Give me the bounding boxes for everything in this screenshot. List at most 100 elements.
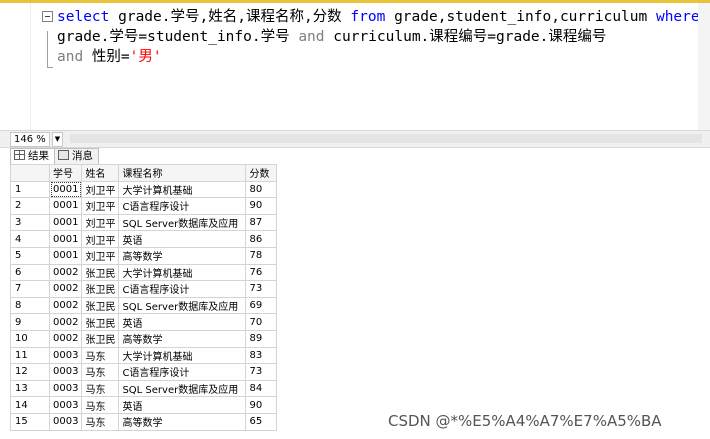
column-header[interactable]: 分数: [245, 164, 278, 182]
table-cell[interactable]: 英语: [118, 396, 247, 414]
table-cell[interactable]: 0001: [48, 197, 83, 215]
table-cell[interactable]: 0002: [48, 329, 83, 348]
grid-corner[interactable]: [10, 164, 50, 182]
table-cell[interactable]: 86: [245, 230, 278, 248]
table-cell[interactable]: SQL Server数据库及应用: [118, 213, 247, 232]
tab-messages[interactable]: 消息: [54, 148, 99, 164]
column-header[interactable]: 姓名: [81, 164, 120, 182]
chevron-down-icon[interactable]: ▼: [52, 132, 63, 147]
table-row[interactable]: 5 0001 刘卫平 高等数学 78: [10, 246, 278, 265]
table-cell[interactable]: 刘卫平: [81, 213, 120, 232]
query-editor[interactable]: select grade.学号,姓名,课程名称,分数 from grade,st…: [0, 3, 710, 130]
row-number[interactable]: 14: [10, 396, 50, 414]
row-number[interactable]: 6: [10, 263, 50, 282]
sql-code[interactable]: select grade.学号,姓名,课程名称,分数 from grade,st…: [42, 7, 706, 68]
table-cell[interactable]: 刘卫平: [81, 230, 120, 248]
table-cell[interactable]: 刘卫平: [81, 246, 120, 265]
tab-results[interactable]: 结果: [10, 148, 55, 164]
table-cell[interactable]: 马东: [81, 396, 120, 414]
table-cell[interactable]: 0001: [48, 230, 83, 248]
table-cell[interactable]: 高等数学: [118, 246, 247, 265]
table-cell[interactable]: SQL Server数据库及应用: [118, 296, 247, 315]
table-cell[interactable]: 0003: [48, 346, 83, 365]
table-cell[interactable]: 马东: [81, 412, 120, 431]
table-cell[interactable]: 0001: [48, 213, 83, 232]
row-number[interactable]: 15: [10, 412, 50, 431]
table-cell[interactable]: 0002: [48, 313, 83, 331]
row-number[interactable]: 1: [10, 180, 50, 199]
table-cell[interactable]: 英语: [118, 230, 247, 248]
table-cell[interactable]: 大学计算机基础: [118, 346, 247, 365]
column-header[interactable]: 学号: [48, 164, 83, 182]
column-header[interactable]: 课程名称: [118, 164, 247, 182]
row-number[interactable]: 8: [10, 296, 50, 315]
table-row[interactable]: 9 0002 张卫民 英语 70: [10, 313, 278, 331]
zoom-select[interactable]: 146 %: [10, 132, 50, 147]
horizontal-scrollbar[interactable]: [70, 134, 702, 143]
row-number[interactable]: 4: [10, 230, 50, 248]
table-cell[interactable]: 刘卫平: [81, 197, 120, 215]
table-cell[interactable]: 90: [245, 396, 278, 414]
table-row[interactable]: 2 0001 刘卫平 C语言程序设计 90: [10, 197, 278, 215]
table-row[interactable]: 10 0002 张卫民 高等数学 89: [10, 329, 278, 348]
table-cell[interactable]: 0001: [48, 180, 83, 199]
table-cell[interactable]: 89: [245, 329, 278, 348]
table-cell[interactable]: 高等数学: [118, 329, 247, 348]
table-cell[interactable]: 0003: [48, 412, 83, 431]
table-cell[interactable]: 张卫民: [81, 329, 120, 348]
row-number[interactable]: 2: [10, 197, 50, 215]
row-number[interactable]: 13: [10, 379, 50, 398]
table-cell[interactable]: SQL Server数据库及应用: [118, 379, 247, 398]
table-cell[interactable]: 马东: [81, 379, 120, 398]
table-row[interactable]: 4 0001 刘卫平 英语 86: [10, 230, 278, 248]
table-cell[interactable]: 84: [245, 379, 278, 398]
table-cell[interactable]: 马东: [81, 346, 120, 365]
table-row[interactable]: 14 0003 马东 英语 90: [10, 396, 278, 414]
table-row[interactable]: 1 0001 刘卫平 大学计算机基础 80: [10, 180, 278, 199]
table-cell[interactable]: 87: [245, 213, 278, 232]
table-cell[interactable]: 张卫民: [81, 280, 120, 298]
row-number[interactable]: 10: [10, 329, 50, 348]
table-row[interactable]: 7 0002 张卫民 C语言程序设计 73: [10, 280, 278, 298]
table-cell[interactable]: 80: [245, 180, 278, 199]
table-cell[interactable]: 70: [245, 313, 278, 331]
table-cell[interactable]: 78: [245, 246, 278, 265]
table-cell[interactable]: 73: [245, 280, 278, 298]
table-cell[interactable]: 0002: [48, 296, 83, 315]
table-cell[interactable]: 刘卫平: [81, 180, 120, 199]
table-cell[interactable]: 高等数学: [118, 412, 247, 431]
table-cell[interactable]: C语言程序设计: [118, 363, 247, 381]
table-cell[interactable]: 65: [245, 412, 278, 431]
table-cell[interactable]: C语言程序设计: [118, 197, 247, 215]
table-cell[interactable]: 0001: [48, 246, 83, 265]
table-row[interactable]: 3 0001 刘卫平 SQL Server数据库及应用 87: [10, 213, 278, 232]
row-number[interactable]: 12: [10, 363, 50, 381]
table-cell[interactable]: 73: [245, 363, 278, 381]
row-number[interactable]: 5: [10, 246, 50, 265]
table-cell[interactable]: 大学计算机基础: [118, 180, 247, 199]
table-cell[interactable]: 69: [245, 296, 278, 315]
table-cell[interactable]: 马东: [81, 363, 120, 381]
table-cell[interactable]: 0002: [48, 263, 83, 282]
table-row[interactable]: 12 0003 马东 C语言程序设计 73: [10, 363, 278, 381]
table-cell[interactable]: 0003: [48, 379, 83, 398]
row-number[interactable]: 7: [10, 280, 50, 298]
table-cell[interactable]: 0003: [48, 363, 83, 381]
table-row[interactable]: 6 0002 张卫民 大学计算机基础 76: [10, 263, 278, 282]
table-cell[interactable]: 90: [245, 197, 278, 215]
row-number[interactable]: 3: [10, 213, 50, 232]
table-cell[interactable]: 大学计算机基础: [118, 263, 247, 282]
table-cell[interactable]: 张卫民: [81, 263, 120, 282]
table-row[interactable]: 11 0003 马东 大学计算机基础 83: [10, 346, 278, 365]
table-cell[interactable]: 83: [245, 346, 278, 365]
row-number[interactable]: 11: [10, 346, 50, 365]
table-cell[interactable]: 76: [245, 263, 278, 282]
table-row[interactable]: 13 0003 马东 SQL Server数据库及应用 84: [10, 379, 278, 398]
results-grid[interactable]: 学号 姓名 课程名称 分数 1 0001 刘卫平 大学计算机基础 80 2 0001 刘卫平 C语言程…: [10, 164, 278, 431]
table-cell[interactable]: 张卫民: [81, 313, 120, 331]
table-cell[interactable]: C语言程序设计: [118, 280, 247, 298]
table-cell[interactable]: 0003: [48, 396, 83, 414]
table-cell[interactable]: 英语: [118, 313, 247, 331]
row-number[interactable]: 9: [10, 313, 50, 331]
table-row[interactable]: 15 0003 马东 高等数学 65: [10, 412, 278, 431]
